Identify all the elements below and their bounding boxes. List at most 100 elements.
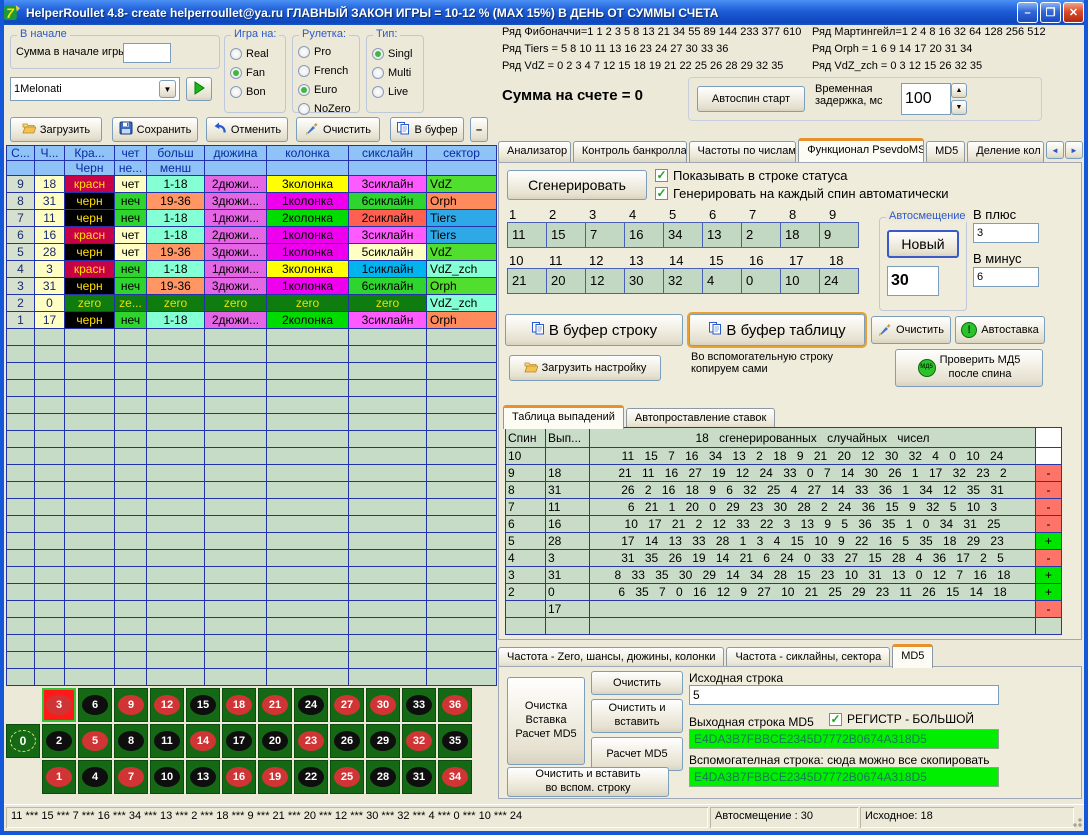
roulette-number-6[interactable]: 6 <box>78 688 112 722</box>
md5-clear-paste-button[interactable]: Очистить и вставить <box>591 699 683 733</box>
roulette-number-12[interactable]: 12 <box>150 688 184 722</box>
roulette-number-31[interactable]: 31 <box>402 760 436 794</box>
md5-all-in-one-button[interactable]: Очистка Вставка Расчет MD5 <box>507 677 585 765</box>
resize-grip[interactable] <box>1070 815 1082 827</box>
tab-частоты-по-числам[interactable]: Частоты по числам <box>689 141 797 162</box>
roulette-number-8[interactable]: 8 <box>114 724 148 758</box>
checkbox-uppercase[interactable]: ✓ РЕГИСТР - БОЛЬШОЙ <box>829 712 974 726</box>
radio-fan[interactable]: Fan <box>230 63 281 82</box>
roulette-number-18[interactable]: 18 <box>222 688 256 722</box>
roulette-number-14[interactable]: 14 <box>186 724 220 758</box>
radio-french[interactable]: French <box>298 61 357 80</box>
minimize-button[interactable]: – <box>1017 2 1038 23</box>
play-button[interactable] <box>186 77 212 101</box>
toolbar-button-1[interactable]: Загрузить <box>10 117 102 142</box>
tab-функционал-psevdoms[interactable]: Функционал PsevdoMS <box>798 138 924 162</box>
tab-частота-zero-шансы-дюжины-колонки[interactable]: Частота - Zero, шансы, дюжины, колонки <box>498 647 724 668</box>
roulette-number-29[interactable]: 29 <box>366 724 400 758</box>
radio-live[interactable]: Live <box>372 82 421 101</box>
autospin-start-button[interactable]: Автоспин старт <box>697 86 805 112</box>
roulette-number-5[interactable]: 5 <box>78 724 112 758</box>
roulette-number-2[interactable]: 2 <box>42 724 76 758</box>
checkbox-generate-each-spin[interactable]: ✓ Генерировать на каждый спин автоматиче… <box>655 186 949 201</box>
delay-down-icon[interactable]: ▼ <box>951 100 967 115</box>
tab-анализатор[interactable]: Анализатор <box>498 141 571 162</box>
tabs-scroll-left-icon[interactable]: ◄ <box>1046 141 1064 159</box>
autoshift-value-input[interactable] <box>887 266 939 296</box>
generate-button[interactable]: Сгенерировать <box>507 170 647 200</box>
radio-multi[interactable]: Multi <box>372 63 421 82</box>
toolbar-button-3[interactable]: Отменить <box>206 117 288 142</box>
roulette-number-27[interactable]: 27 <box>330 688 364 722</box>
start-sum-input[interactable] <box>123 43 171 63</box>
checkbox-show-status[interactable]: ✓ Показывать в строке статуса <box>655 168 848 183</box>
roulette-number-28[interactable]: 28 <box>366 760 400 794</box>
toolbar-button-5[interactable]: В буфер <box>390 117 464 142</box>
md5-calc-button[interactable]: Расчет MD5 <box>591 737 683 771</box>
roulette-number-35[interactable]: 35 <box>438 724 472 758</box>
roulette-number-22[interactable]: 22 <box>294 760 328 794</box>
clear-button[interactable]: Очистить <box>871 316 951 344</box>
radio-nozero[interactable]: NoZero <box>298 99 357 118</box>
roulette-number-7[interactable]: 7 <box>114 760 148 794</box>
toolbar-button-2[interactable]: Сохранить <box>112 117 198 142</box>
radio-pro[interactable]: Pro <box>298 42 357 61</box>
radio-euro[interactable]: Euro <box>298 80 357 99</box>
check-md5-button[interactable]: МД5 Проверить МД5 после спина <box>895 349 1043 387</box>
tab-автопроставление-ставок[interactable]: Автопроставление ставок <box>626 408 775 429</box>
autobet-button[interactable]: ! Автоставка <box>955 316 1045 344</box>
chevron-down-icon[interactable]: ▼ <box>159 80 176 98</box>
roulette-number-17[interactable]: 17 <box>222 724 256 758</box>
md5-clear-button[interactable]: Очистить <box>591 671 683 695</box>
radio-singl[interactable]: Singl <box>372 44 421 63</box>
roulette-number-20[interactable]: 20 <box>258 724 292 758</box>
roulette-number-23[interactable]: 23 <box>294 724 328 758</box>
preset-combobox[interactable]: 1Melonati ▼ <box>10 77 180 101</box>
new-shift-button[interactable]: Новый <box>887 230 959 258</box>
roulette-number-9[interactable]: 9 <box>114 688 148 722</box>
plus-input[interactable] <box>973 223 1039 243</box>
roulette-number-33[interactable]: 33 <box>402 688 436 722</box>
minus-input[interactable] <box>973 267 1039 287</box>
roulette-number-19[interactable]: 19 <box>258 760 292 794</box>
delay-up-icon[interactable]: ▲ <box>951 83 967 98</box>
roulette-number-36[interactable]: 36 <box>438 688 472 722</box>
roulette-number-0[interactable]: 0 <box>6 724 40 758</box>
toolbar-button-6[interactable]: – <box>470 117 488 142</box>
tab-таблица-выпадений[interactable]: Таблица выпадений <box>503 405 624 429</box>
roulette-number-3[interactable]: 3 <box>42 688 76 722</box>
roulette-number-25[interactable]: 25 <box>330 760 364 794</box>
roulette-number-10[interactable]: 10 <box>150 760 184 794</box>
roulette-number-21[interactable]: 21 <box>258 688 292 722</box>
roulette-number-11[interactable]: 11 <box>150 724 184 758</box>
tab-md5[interactable]: MD5 <box>926 141 965 162</box>
roulette-number-30[interactable]: 30 <box>366 688 400 722</box>
roulette-number-34[interactable]: 34 <box>438 760 472 794</box>
roulette-number-15[interactable]: 15 <box>186 688 220 722</box>
toolbar-button-4[interactable]: Очистить <box>296 117 380 142</box>
roulette-number-24[interactable]: 24 <box>294 688 328 722</box>
close-button[interactable]: ✕ <box>1063 2 1084 23</box>
copy-row-button[interactable]: В буфер строку <box>505 314 683 346</box>
minus-label: В минус <box>973 251 1022 266</box>
copy-table-button[interactable]: В буфер таблицу <box>689 314 865 346</box>
radio-bon[interactable]: Bon <box>230 82 281 101</box>
delay-input[interactable] <box>901 83 951 115</box>
tab-деление-кол[interactable]: Деление кол <box>967 141 1044 162</box>
tab-md5[interactable]: MD5 <box>892 644 933 668</box>
md5-clear-paste-aux-button[interactable]: Очистить и вставить во вспом. строку <box>507 767 669 797</box>
load-settings-button[interactable]: Загрузить настройку <box>509 355 661 381</box>
roulette-number-32[interactable]: 32 <box>402 724 436 758</box>
tab-частота-сиклайны-сектора[interactable]: Частота - сиклайны, сектора <box>726 647 890 668</box>
roulette-number-4[interactable]: 4 <box>78 760 112 794</box>
roulette-number-16[interactable]: 16 <box>222 760 256 794</box>
roulette-number-1[interactable]: 1 <box>42 760 76 794</box>
tabs-scroll-right-icon[interactable]: ► <box>1065 141 1083 159</box>
title-bar: 7 HelperRoullet 4.8- create helperroulle… <box>0 0 1088 25</box>
source-string-input[interactable] <box>689 685 999 705</box>
radio-real[interactable]: Real <box>230 44 281 63</box>
maximize-button[interactable]: ❐ <box>1040 2 1061 23</box>
roulette-number-26[interactable]: 26 <box>330 724 364 758</box>
roulette-number-13[interactable]: 13 <box>186 760 220 794</box>
tab-контроль-банкролла[interactable]: Контроль банкролла <box>573 141 687 162</box>
